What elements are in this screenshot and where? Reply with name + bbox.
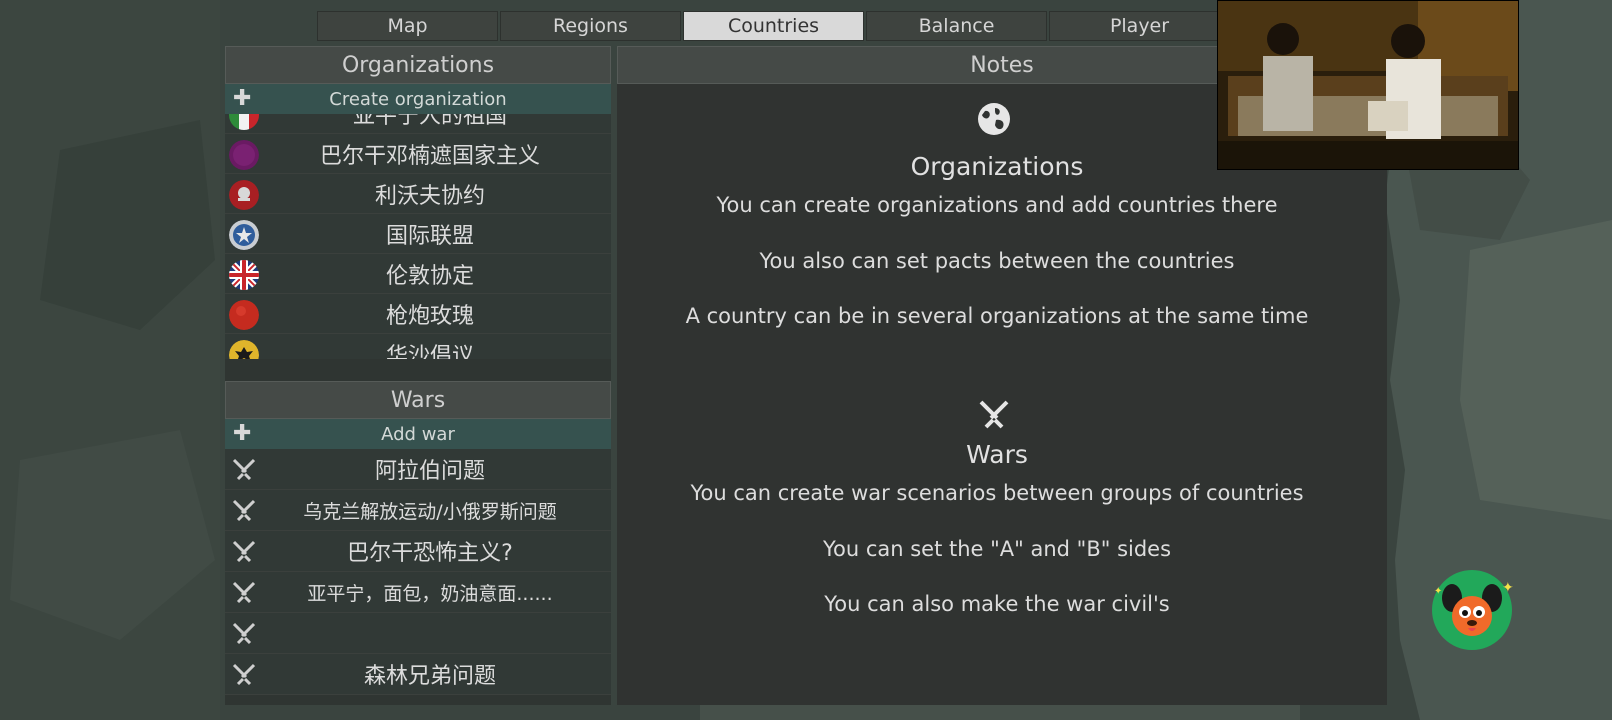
list-item[interactable]: 枪炮玫瑰 — [225, 294, 611, 334]
organization-name: 亚平宁人的祖国 — [352, 114, 507, 129]
plus-icon: ✚ — [233, 86, 252, 111]
organization-list[interactable]: 亚平宁人的祖国 巴尔干邓楠遮国家主义 利沃夫协约 国际联盟 伦敦协定 枪炮玫瑰 … — [225, 114, 611, 359]
crossed-swords-icon — [232, 581, 256, 604]
left-panel: Organizations ✚ Create organization 亚平宁人… — [225, 46, 611, 705]
mascot-assistant-icon[interactable]: ✦ ✦ — [1430, 568, 1514, 652]
organization-name: 枪炮玫瑰 — [385, 303, 474, 329]
list-item[interactable] — [225, 613, 611, 654]
organizations-note-line-1: You can create organizations and add cou… — [716, 193, 1278, 217]
purple-flag-icon — [229, 140, 259, 170]
add-war-button[interactable]: ✚ Add war — [225, 419, 611, 449]
war-name: 乌克兰解放运动/小俄罗斯问题 — [303, 500, 557, 523]
war-list[interactable]: 阿拉伯问题 乌克兰解放运动/小俄罗斯问题 巴尔干恐怖主义? 亚平宁，面包，奶油意… — [225, 449, 611, 695]
crossed-swords-icon — [979, 400, 1009, 429]
list-item[interactable]: 森林兄弟问题 — [225, 654, 611, 695]
union-jack-flag-icon — [229, 260, 259, 290]
war-name: 阿拉伯问题 — [374, 459, 485, 484]
wars-note-line-1: You can create war scenarios between gro… — [690, 481, 1304, 505]
war-name: 森林兄弟问题 — [363, 664, 496, 689]
list-item[interactable]: 利沃夫协约 — [225, 174, 611, 214]
organizations-header: Organizations — [225, 46, 611, 84]
organizations-note-line-3: A country can be in several organization… — [685, 304, 1309, 328]
red-flag-icon — [229, 300, 259, 330]
list-item[interactable]: 亚平宁人的祖国 — [225, 114, 611, 134]
organizations-note-line-2: You also can set pacts between the count… — [759, 249, 1235, 273]
wars-note-line-3: You can also make the war civil's — [824, 592, 1170, 616]
create-organization-button[interactable]: ✚ Create organization — [225, 84, 611, 114]
plus-icon: ✚ — [233, 421, 252, 446]
crossed-swords-icon — [232, 499, 256, 522]
tab-regions[interactable]: Regions — [500, 11, 681, 41]
crossed-swords-icon — [232, 663, 256, 686]
wars-notes-title: Wars — [966, 440, 1028, 469]
red-emblem-flag-icon — [229, 180, 259, 210]
blue-star-flag-icon — [229, 220, 259, 250]
tab-countries[interactable]: Countries — [683, 11, 864, 41]
svg-text:✦: ✦ — [1502, 580, 1514, 596]
tab-map[interactable]: Map — [317, 11, 498, 41]
organization-name: 国际联盟 — [385, 223, 474, 249]
list-item[interactable]: 巴尔干邓楠遮国家主义 — [225, 134, 611, 174]
wars-header: Wars — [225, 381, 611, 419]
wars-note-line-2: You can set the "A" and "B" sides — [822, 537, 1172, 561]
globe-icon — [978, 103, 1010, 135]
crossed-swords-icon — [232, 622, 256, 645]
tab-player[interactable]: Player — [1049, 11, 1230, 41]
crossed-swords-icon — [232, 458, 256, 481]
list-item[interactable]: 阿拉伯问题 — [225, 449, 611, 490]
list-item[interactable]: 华沙倡议 — [225, 334, 611, 359]
organization-name: 利沃夫协约 — [374, 183, 485, 209]
tab-balance[interactable]: Balance — [866, 11, 1047, 41]
organization-name: 伦敦协定 — [385, 263, 474, 289]
list-item[interactable]: 亚平宁，面包，奶油意面...... — [225, 572, 611, 613]
organization-name: 华沙倡议 — [385, 343, 474, 360]
add-war-label: Add war — [381, 423, 455, 445]
war-name: 亚平宁，面包，奶油意面...... — [307, 582, 553, 605]
organization-name: 巴尔干邓楠遮国家主义 — [319, 143, 540, 169]
create-organization-label: Create organization — [329, 88, 507, 110]
list-item[interactable]: 乌克兰解放运动/小俄罗斯问题 — [225, 490, 611, 531]
main-tabs: Map Regions Countries Balance Player — [317, 11, 1230, 41]
svg-text:✦: ✦ — [1434, 586, 1442, 597]
list-item[interactable]: 国际联盟 — [225, 214, 611, 254]
list-item[interactable]: 巴尔干恐怖主义? — [225, 531, 611, 572]
wars-section: Wars ✚ Add war 阿拉伯问题 乌克兰解放运动/小俄罗斯问题 巴尔干恐… — [225, 381, 611, 695]
crossed-swords-icon — [232, 540, 256, 563]
list-item[interactable]: 伦敦协定 — [225, 254, 611, 294]
war-name: 巴尔干恐怖主义? — [347, 541, 513, 566]
video-overlay[interactable] — [1217, 0, 1519, 170]
